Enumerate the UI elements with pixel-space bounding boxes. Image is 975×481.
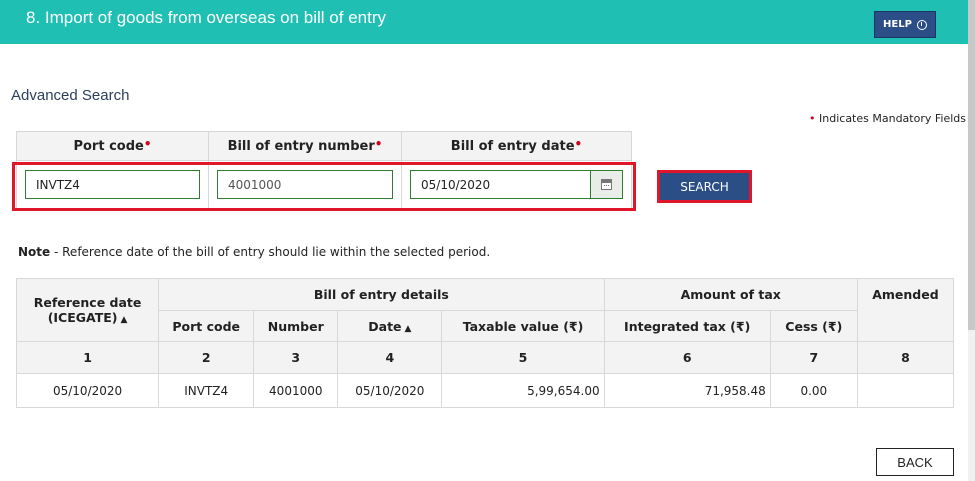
calendar-button[interactable] — [590, 171, 622, 198]
note-label: Note — [18, 245, 51, 259]
cell-reference-date: 05/10/2020 — [15, 373, 160, 408]
note-text: Note - Reference date of the bill of ent… — [18, 245, 490, 259]
cell-taxable-value: 5,99,654.00 — [441, 373, 605, 408]
table-row: 05/10/2020 INVTZ4 4001000 05/10/2020 5,9… — [15, 373, 955, 408]
search-form-table: Port code• Bill of entry number• Bill of… — [16, 131, 632, 209]
bill-number-input[interactable]: 4001000 — [217, 170, 393, 199]
advanced-search-heading: Advanced Search — [11, 87, 130, 104]
bill-date-header: Bill of entry date• — [401, 131, 632, 161]
page-header: 8. Import of goods from overseas on bill… — [0, 0, 968, 44]
cell-port-code: INVTZ4 — [158, 373, 255, 408]
col-port-code: Port code — [158, 310, 255, 342]
calendar-icon — [601, 179, 612, 190]
col-integrated-tax: Integrated tax (₹) — [603, 310, 771, 342]
search-button[interactable]: SEARCH — [660, 173, 749, 200]
amount-of-tax-header: Amount of tax — [603, 278, 858, 311]
bill-details-header: Bill of entry details — [158, 278, 605, 311]
cell-integrated-tax: 71,958.48 — [603, 373, 771, 408]
col-taxable-value: Taxable value (₹) — [441, 310, 605, 342]
back-button[interactable]: BACK — [876, 448, 954, 476]
sort-icon: ▲︎ — [120, 315, 128, 325]
mandatory-fields-note: • Indicates Mandatory Fields — [809, 112, 966, 125]
help-button-label: HELP — [883, 19, 912, 30]
reference-date-header[interactable]: Reference date (ICEGATE) ▲︎ — [15, 278, 160, 342]
bill-date-input[interactable]: 05/10/2020 — [411, 171, 590, 198]
note-body: - Reference date of the bill of entry sh… — [50, 245, 491, 259]
cell-date: 05/10/2020 — [337, 373, 443, 408]
page-title: 8. Import of goods from overseas on bill… — [26, 8, 387, 27]
required-marker: • — [809, 112, 816, 125]
info-icon — [916, 19, 927, 30]
help-button[interactable]: HELP — [874, 11, 936, 38]
results-table: Reference date (ICEGATE) ▲︎ Bill of entry… — [15, 278, 955, 408]
port-code-input[interactable]: INVTZ4 — [25, 170, 200, 199]
mandatory-note-text: Indicates Mandatory Fields — [819, 112, 966, 125]
column-number-row: 1 2 3 4 5 6 7 8 — [15, 341, 955, 374]
col-cess: Cess (₹) — [769, 310, 858, 342]
cell-cess: 0.00 — [769, 373, 858, 408]
cell-number: 4001000 — [253, 373, 339, 408]
col-date[interactable]: Date ▲︎ — [337, 310, 443, 342]
amended-header: Amended — [856, 278, 955, 342]
sort-icon: ▲︎ — [404, 323, 412, 334]
port-code-header: Port code• — [16, 131, 209, 161]
bill-date-picker[interactable]: 05/10/2020 — [410, 170, 623, 199]
scrollbar-thumb[interactable] — [968, 0, 975, 330]
scrollbar[interactable] — [968, 0, 975, 481]
col-number: Number — [253, 310, 339, 342]
cell-amended — [856, 373, 955, 408]
bill-number-header: Bill of entry number• — [208, 131, 402, 161]
